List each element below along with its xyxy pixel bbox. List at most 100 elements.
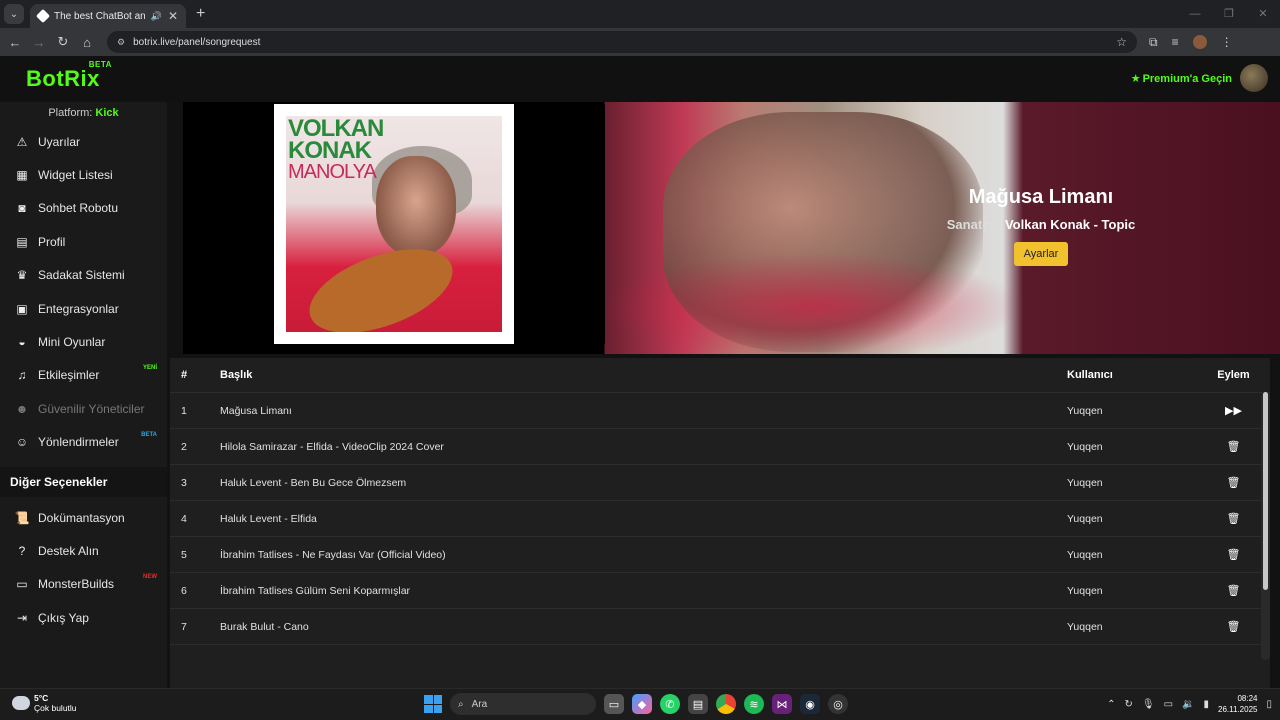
sidebar-item-label: Destek Alın [38, 543, 99, 558]
whatsapp-icon[interactable]: ✆ [660, 694, 680, 714]
notification-icon[interactable]: ▯ [1266, 699, 1272, 710]
premium-link[interactable]: ★ Premium'a Geçin [1131, 72, 1232, 85]
col-title: Başlık [220, 369, 253, 381]
window-controls: — ❐ ✕ [1178, 0, 1280, 28]
row-title: Haluk Levent - Elfida [220, 512, 317, 525]
sidebar-item-monsterbuilds[interactable]: ▭ MonsterBuilds NEW [0, 568, 167, 601]
sidebar-item-uyarilar[interactable]: ⚠ Uyarılar [0, 125, 167, 158]
chrome-icon[interactable] [716, 694, 736, 714]
tab-search-icon[interactable]: ⌄ [4, 4, 24, 24]
minimize-icon[interactable]: — [1178, 0, 1212, 28]
extensions-icon[interactable]: ⧉ [1149, 35, 1158, 50]
sidebar-item-destek-alin[interactable]: ? Destek Alın [0, 534, 167, 567]
browser-menu-icon[interactable]: ⋮ [1221, 35, 1233, 49]
bookmark-star-icon[interactable]: ☆ [1116, 35, 1127, 49]
users-icon: ☻ [15, 401, 29, 416]
user-avatar[interactable] [1240, 64, 1268, 92]
sync-icon[interactable]: ↻ [1125, 699, 1133, 710]
profile-avatar[interactable] [1192, 35, 1207, 49]
task-view-icon[interactable]: ▭ [604, 694, 624, 714]
sidebar-item-cikis-yap[interactable]: ⇥ Çıkış Yap [0, 601, 167, 634]
background-blur-red [603, 252, 1023, 354]
sidebar-item-entegrasyonlar[interactable]: ▣ Entegrasyonlar [0, 292, 167, 325]
album-cover: VOLKAN KONAK MANOLYA [274, 104, 514, 344]
table-row: 3 Haluk Levent - Ben Bu Gece Ölmezsem Yu… [170, 465, 1270, 501]
sidebar-item-label: Uyarılar [38, 134, 81, 149]
reload-icon[interactable]: ↻ [51, 34, 75, 50]
copilot-icon[interactable]: ◆ [632, 694, 652, 714]
sidebar-item-yonlendirmeler[interactable]: ☺ Yönlendirmeler BETA [0, 426, 167, 459]
table-row: 1 Mağusa Limanı Yuqqen ▶▶ [170, 393, 1270, 429]
sidebar-item-etkilesimler[interactable]: ♫ Etkileşimler YENİ [0, 359, 167, 392]
table-row: 2 Hilola Samirazar - Elfida - VideoClip … [170, 429, 1270, 465]
sidebar-item-mini-oyunlar[interactable]: ◒ Mini Oyunlar [0, 325, 167, 358]
clock[interactable]: 08:24 26.11.2025 [1218, 693, 1257, 715]
steam-icon[interactable]: ◉ [800, 694, 820, 714]
platform-indicator: Platform: Kick [0, 107, 167, 125]
row-user: Yuqqen [1067, 440, 1103, 453]
visual-studio-icon[interactable]: ⋈ [772, 694, 792, 714]
botrix-logo[interactable]: BotRix BETA [26, 60, 111, 92]
sidebar-item-sadakat-sistemi[interactable]: ♛ Sadakat Sistemi [0, 259, 167, 292]
site-info-icon[interactable]: ⚙ [117, 37, 125, 48]
tray-overflow-icon[interactable]: ⌃ [1107, 699, 1115, 710]
weather-widget[interactable]: 5°C Çok bulutlu [12, 693, 77, 713]
logo-beta-badge: BETA [88, 60, 112, 69]
speaker-icon[interactable]: 🔊 [151, 11, 162, 22]
system-tray: ⌃ ↻ 🎙 ▭ 🔉 ▮ 08:24 26.11.2025 ▯ [1107, 693, 1272, 715]
media-control-icon[interactable]: ≡ [1172, 35, 1179, 49]
battery-icon[interactable]: ▮ [1204, 699, 1210, 710]
now-playing-banner: VOLKAN KONAK MANOLYA Mağusa Limanı Sanat… [183, 102, 1280, 354]
row-title: Burak Bulut - Cano [220, 620, 309, 633]
trash-icon[interactable]: 🗑 [1197, 512, 1270, 525]
volume-icon[interactable]: 🔉 [1182, 699, 1194, 710]
video-player[interactable]: VOLKAN KONAK MANOLYA [183, 104, 605, 344]
trash-icon[interactable]: 🗑 [1197, 584, 1270, 597]
col-action: Eylem [1217, 369, 1250, 381]
back-icon[interactable]: ← [3, 35, 27, 50]
store-icon[interactable]: ▤ [688, 694, 708, 714]
trash-icon[interactable]: 🗑 [1197, 548, 1270, 561]
sidebar-item-dokumantasyon[interactable]: 📜 Dokümantasyon [0, 501, 167, 534]
home-icon[interactable]: ⌂ [75, 35, 99, 50]
close-window-icon[interactable]: ✕ [1246, 0, 1280, 28]
row-title: İbrahim Tatlises - Ne Faydası Var (Offic… [220, 548, 446, 561]
new-badge: YENİ [142, 364, 157, 371]
obs-icon[interactable]: ◎ [828, 694, 848, 714]
maximize-icon[interactable]: ❐ [1212, 0, 1246, 28]
sidebar-item-label: Yönlendirmeler [38, 435, 119, 450]
col-user: Kullanıcı [1067, 369, 1113, 381]
display-icon[interactable]: ▭ [1164, 699, 1173, 710]
close-tab-icon[interactable]: ✕ [168, 9, 178, 23]
url-field[interactable]: ⚙ botrix.live/panel/songrequest ☆ [107, 31, 1137, 53]
start-button[interactable] [424, 695, 442, 713]
spotify-icon[interactable]: ≋ [744, 694, 764, 714]
cover-album-title: MANOLYA [288, 161, 377, 183]
platform-value: Kick [95, 107, 119, 119]
sidebar-item-guvenilir-yoneticiler[interactable]: ☻ Güvenilir Yöneticiler [0, 392, 167, 425]
taskbar-search[interactable]: ⌕ Ara [450, 693, 596, 715]
sidebar-item-widget-listesi[interactable]: ▦ Widget Listesi [0, 158, 167, 191]
new-tab-icon[interactable]: + [196, 5, 205, 23]
settings-button[interactable]: Ayarlar [1013, 242, 1069, 266]
cloud-icon [12, 696, 30, 710]
music-icon: ♫ [17, 368, 27, 383]
sidebar-item-sohbet-robotu[interactable]: ◙ Sohbet Robotu [0, 192, 167, 225]
trash-icon[interactable]: 🗑 [1197, 620, 1270, 633]
microphone-icon[interactable]: 🎙 [1142, 699, 1155, 710]
col-num: # [181, 369, 188, 381]
trash-icon[interactable]: 🗑 [1197, 440, 1270, 453]
song-info: Mağusa Limanı Sanatçı: Volkan Konak - To… [823, 186, 1259, 266]
trash-icon[interactable]: 🗑 [1197, 476, 1270, 489]
browser-tab[interactable]: The best ChatBot and Wid 🔊 ✕ [30, 4, 186, 28]
scrollbar-thumb[interactable] [1263, 392, 1268, 590]
table-header: # Başlık Kullanıcı Eylem [170, 358, 1270, 393]
forward-icon[interactable]: → [27, 35, 51, 50]
song-queue-table: # Başlık Kullanıcı Eylem 1 Mağusa Limanı… [170, 358, 1270, 688]
sidebar-section-title: Diğer Seçenekler [0, 466, 167, 497]
sidebar-item-label: Dokümantasyon [38, 510, 125, 525]
skip-icon[interactable]: ▶▶ [1197, 404, 1270, 417]
gamepad-icon: ◒ [18, 335, 26, 350]
sidebar-item-profil[interactable]: ▤ Profil [0, 225, 167, 258]
row-num: 2 [181, 440, 187, 453]
